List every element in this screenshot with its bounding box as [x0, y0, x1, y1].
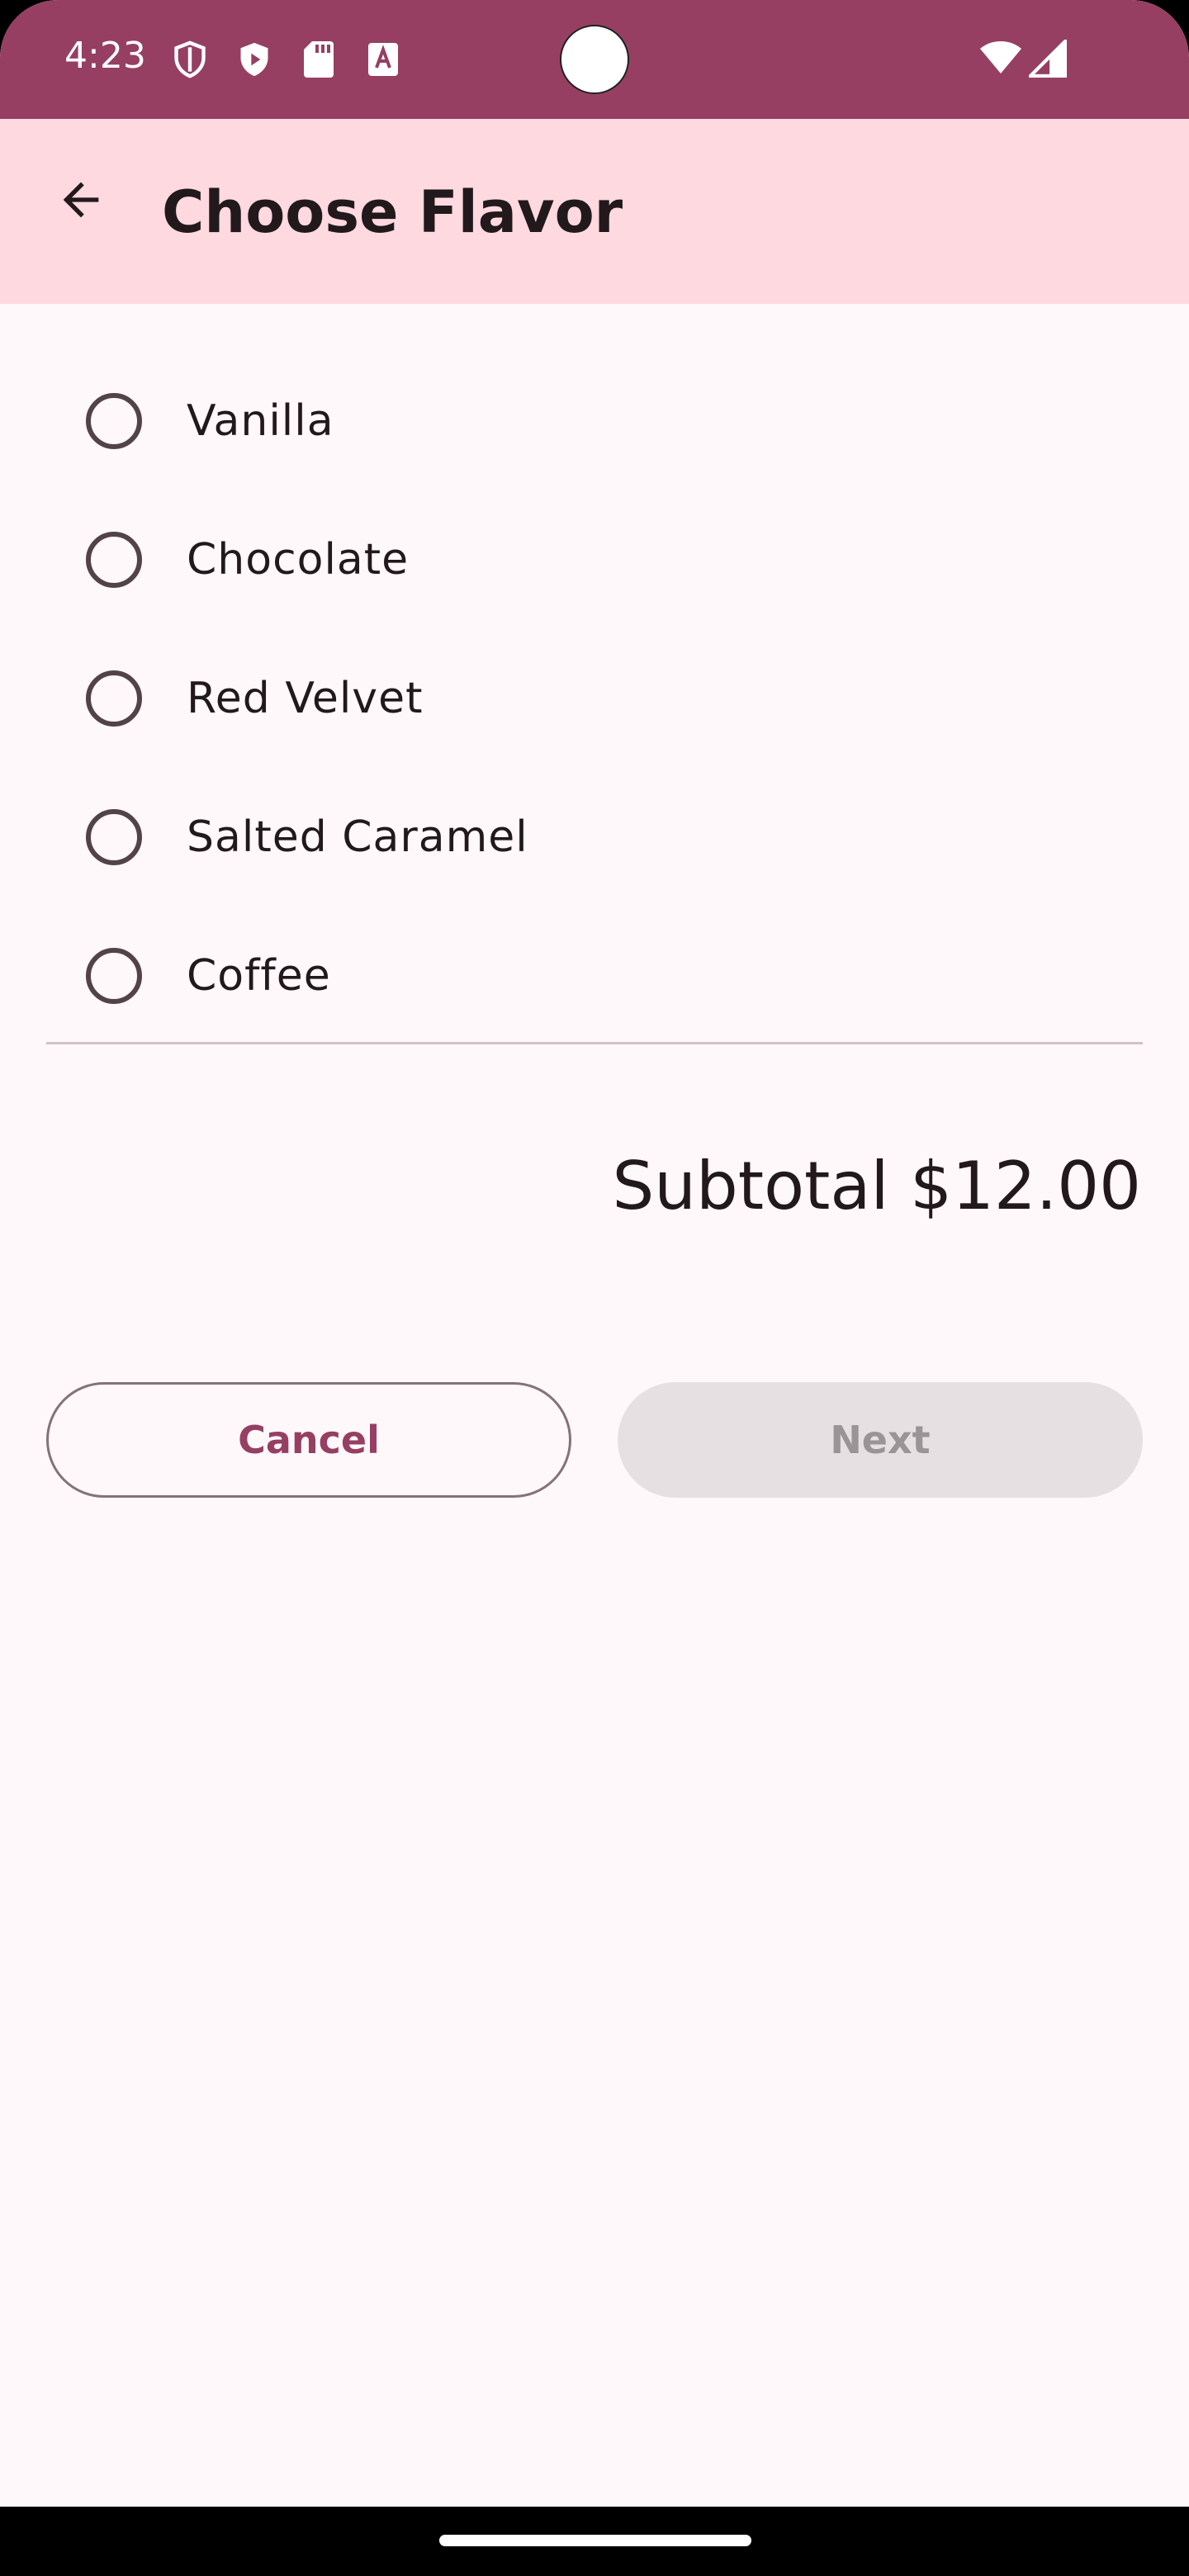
back-button[interactable] [36, 157, 126, 246]
home-gesture-handle[interactable] [439, 2535, 751, 2546]
radio-button[interactable] [86, 532, 142, 588]
wifi-icon [979, 38, 1022, 79]
radio-button[interactable] [86, 948, 142, 1004]
signal-icon [1026, 37, 1067, 81]
divider [46, 1042, 1143, 1044]
sd-card-icon [302, 40, 335, 83]
subtotal-text: Subtotal $12.00 [612, 1148, 1141, 1224]
flavor-label: Chocolate [187, 535, 410, 585]
flavor-option-vanilla[interactable]: Vanilla [46, 355, 1144, 487]
flavor-label: Vanilla [187, 396, 334, 446]
font-a-icon [367, 40, 400, 83]
cancel-button[interactable]: Cancel [46, 1382, 571, 1498]
flavor-option-coffee[interactable]: Coffee [46, 910, 1144, 1042]
flavor-option-chocolate[interactable]: Chocolate [46, 494, 1144, 626]
camera-cutout [560, 25, 629, 94]
status-bar: 4:23 [0, 0, 1189, 119]
flavor-label: Salted Caramel [187, 812, 528, 862]
radio-button[interactable] [86, 809, 142, 865]
page-title: Choose Flavor [162, 178, 623, 246]
flavor-option-red-velvet[interactable]: Red Velvet [46, 632, 1144, 765]
next-button[interactable]: Next [618, 1382, 1143, 1498]
shield-outline-icon [172, 40, 208, 83]
flavor-label: Coffee [187, 951, 331, 1001]
play-shield-icon [236, 40, 272, 83]
radio-button[interactable] [86, 670, 142, 727]
arrow-back-icon [54, 173, 107, 230]
app-screen: 4:23 Choose Flavor Vanilla Chocolate Red… [0, 0, 1189, 2576]
radio-button[interactable] [86, 393, 142, 449]
flavor-option-salted-caramel[interactable]: Salted Caramel [46, 771, 1144, 903]
flavor-label: Red Velvet [187, 674, 424, 723]
status-time: 4:23 [64, 35, 146, 77]
